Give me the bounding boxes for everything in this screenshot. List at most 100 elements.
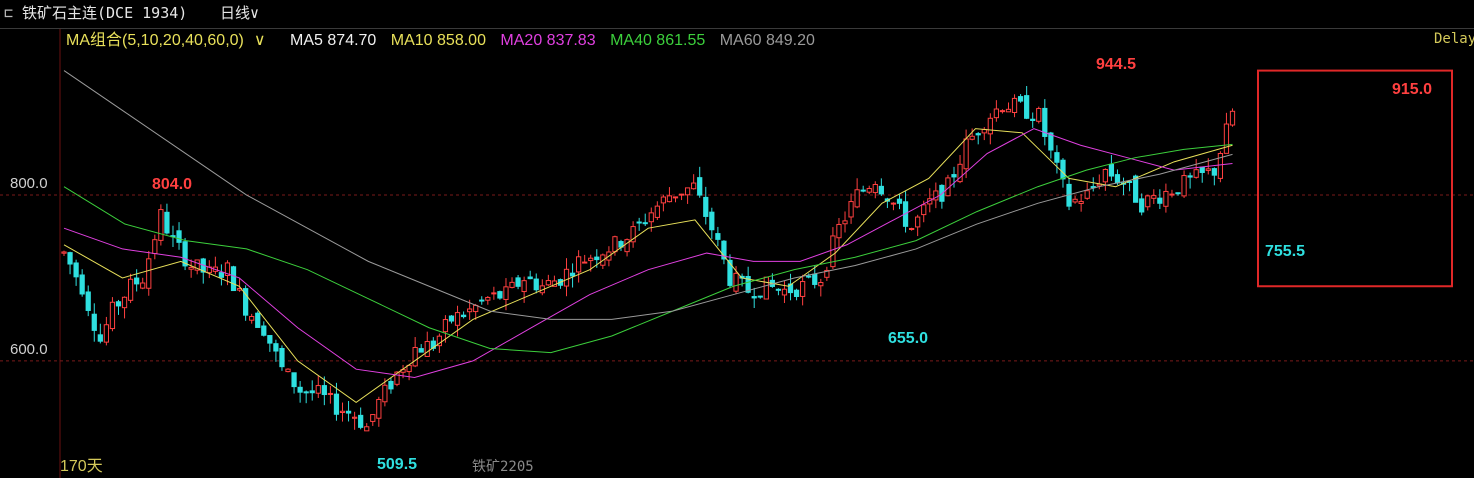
candle-body <box>460 314 467 318</box>
candle-body <box>660 196 667 204</box>
candle-body <box>351 416 358 419</box>
candle-body <box>715 233 721 240</box>
candle-body <box>1145 195 1151 208</box>
candle-body <box>1163 190 1169 207</box>
candle-body <box>442 319 449 333</box>
candle-body <box>285 368 291 373</box>
candle-body <box>969 135 975 140</box>
candle-body <box>921 204 927 216</box>
candle-body <box>158 209 164 241</box>
symbol-title[interactable]: 铁矿石主连(DCE 1934) <box>22 0 187 26</box>
candle-body <box>479 299 485 302</box>
candle-body <box>73 262 79 278</box>
candle-body <box>1114 174 1121 184</box>
period-selector[interactable]: 日线∨ <box>220 0 259 26</box>
candle-body <box>1157 197 1163 204</box>
candle-body <box>1181 175 1187 197</box>
candle-body <box>454 312 461 326</box>
candle-body <box>333 393 340 415</box>
candle-body <box>382 384 388 403</box>
candle-body <box>987 117 993 135</box>
candle-body <box>1211 168 1217 176</box>
candle-body <box>1139 198 1145 213</box>
candle-body <box>890 202 897 205</box>
candle-body <box>703 196 709 217</box>
candle-body <box>127 278 134 301</box>
candle-body <box>1005 108 1012 113</box>
candle-body <box>103 324 109 343</box>
price-annotation-high: 804.0 <box>152 176 193 193</box>
candle-body <box>896 198 903 204</box>
candle-body <box>1024 95 1030 119</box>
days-label: 170天 <box>60 458 103 475</box>
candle-body <box>503 286 509 300</box>
candle-body <box>563 268 570 287</box>
candle-body <box>812 273 818 285</box>
candle-body <box>678 193 685 196</box>
candle-body <box>642 222 648 225</box>
candle-body <box>545 280 551 286</box>
candle-body <box>666 195 673 203</box>
candle-body <box>388 380 394 390</box>
candle-body <box>872 183 878 194</box>
candle-body <box>91 313 97 331</box>
candle-body <box>806 275 812 278</box>
ma-line-ma40 <box>63 143 1233 354</box>
candle-body <box>1205 168 1211 171</box>
candle-body <box>999 110 1006 113</box>
period-label: 日线 <box>220 4 251 22</box>
menu-icon[interactable]: ⊏ <box>4 0 13 26</box>
candle-body <box>569 272 576 277</box>
candlestick-chart[interactable] <box>0 29 1474 478</box>
candle-body <box>188 266 194 270</box>
candle-body <box>654 205 660 218</box>
candle-body <box>85 291 91 311</box>
candle-body <box>993 108 999 119</box>
candle-body <box>327 392 334 395</box>
candle-body <box>1084 190 1090 199</box>
candle-body <box>818 282 824 287</box>
candle-body <box>1193 169 1199 178</box>
candle-body <box>800 281 806 297</box>
candle-body <box>963 138 969 170</box>
candle-body <box>733 272 739 292</box>
candle-body <box>152 239 158 255</box>
candle-body <box>497 291 503 299</box>
price-annotation-high: 944.5 <box>1096 56 1137 73</box>
candle-body <box>521 280 527 293</box>
price-annotation-high: 915.0 <box>1392 81 1433 98</box>
price-annotation-low: 655.0 <box>888 330 929 347</box>
candle-body <box>1036 108 1042 122</box>
candle-body <box>97 334 103 342</box>
candle-body <box>364 426 370 432</box>
candle-body <box>588 257 594 262</box>
candle-body <box>1108 164 1115 177</box>
candle-body <box>691 182 697 190</box>
candle-body <box>509 281 515 288</box>
candle-body <box>315 385 321 394</box>
candle-body <box>612 236 618 253</box>
candle-body <box>1011 97 1018 113</box>
candle-body <box>1229 110 1236 126</box>
candle-body <box>1169 193 1175 196</box>
price-annotation-low: 755.5 <box>1265 243 1306 260</box>
candle-body <box>775 288 782 291</box>
candle-body <box>908 228 915 231</box>
candle-body <box>1102 168 1108 183</box>
candle-body <box>303 391 309 394</box>
candle-body <box>860 189 866 192</box>
candle-body <box>1199 166 1205 173</box>
y-tick-label: 600.0 <box>10 340 48 358</box>
candle-body <box>915 216 921 228</box>
candle-body <box>218 272 225 278</box>
candle-body <box>309 390 315 394</box>
candle-body <box>836 223 842 239</box>
price-annotation-low: 509.5 <box>377 456 418 473</box>
candle-body <box>866 188 872 193</box>
candle-body <box>467 308 473 313</box>
candle-body <box>121 296 128 309</box>
candle-body <box>697 177 703 196</box>
candle-body <box>951 174 957 178</box>
candle-body <box>1133 175 1139 203</box>
candle-body <box>582 261 588 264</box>
